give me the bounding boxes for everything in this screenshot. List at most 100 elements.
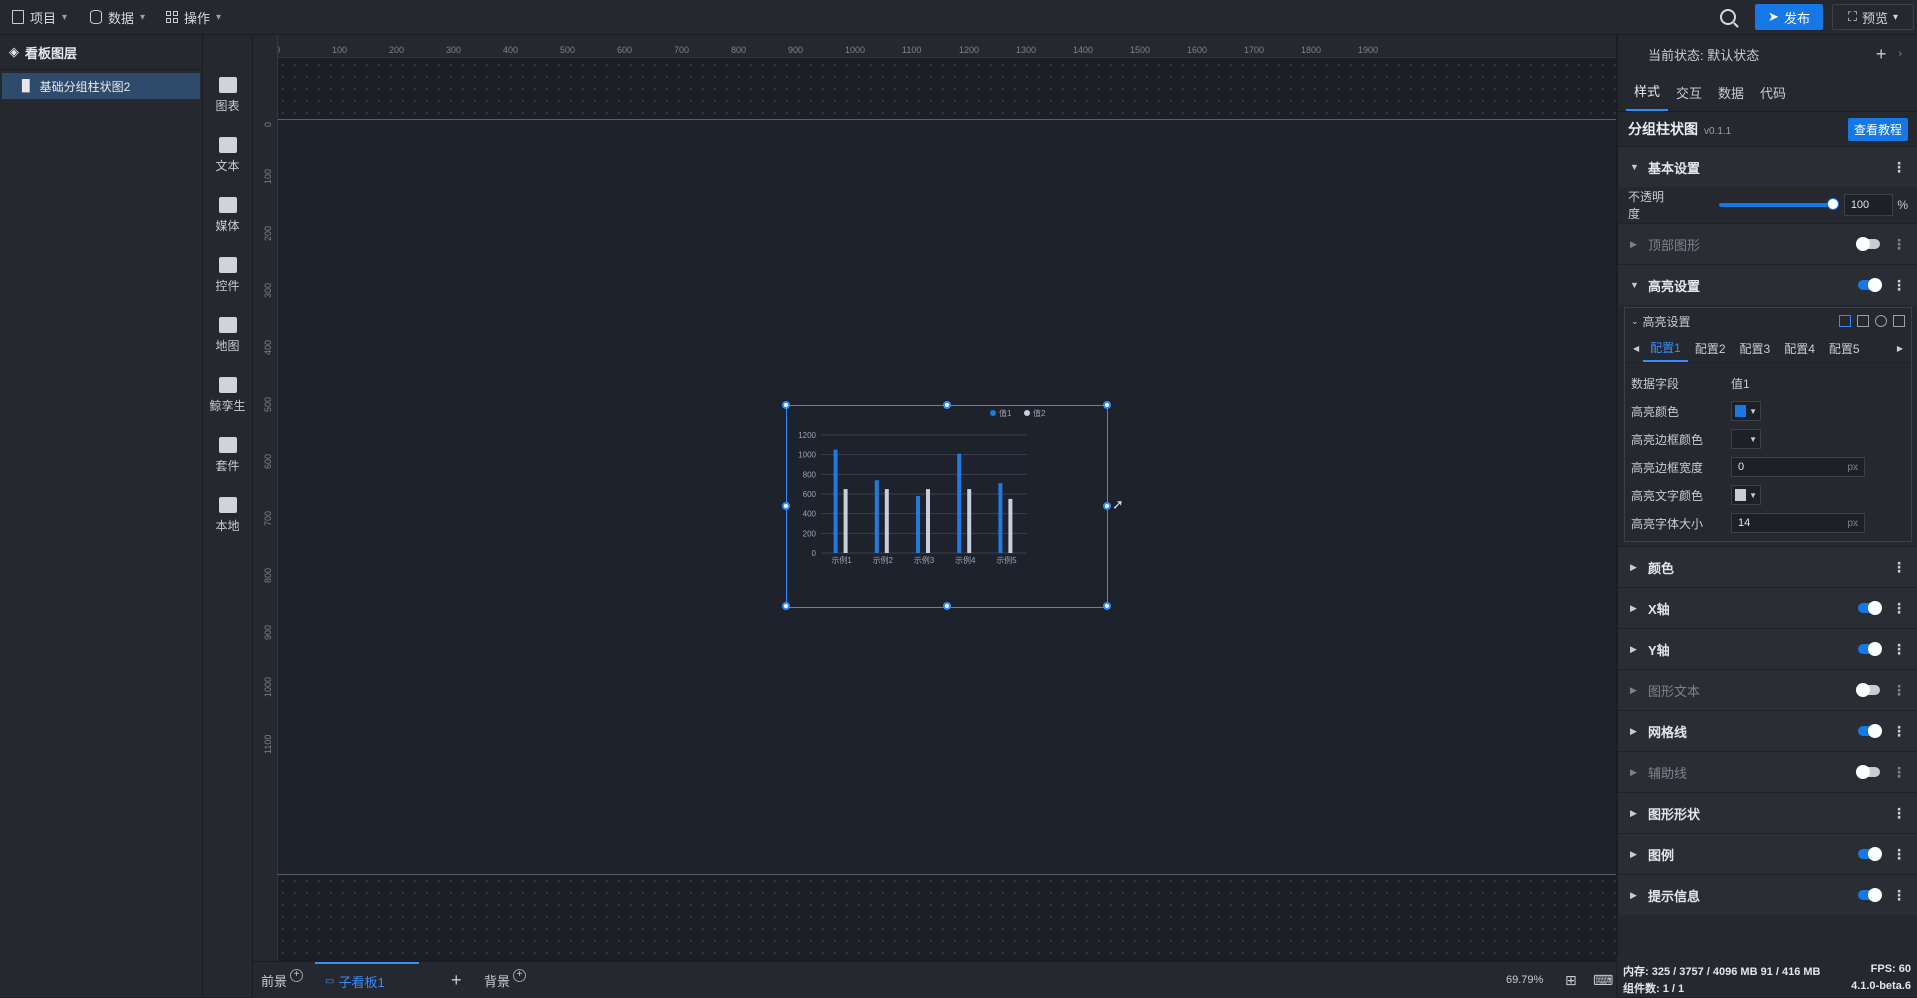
menu-data[interactable]: 数据 ▾ bbox=[90, 0, 145, 34]
more-icon[interactable]: ⋮ bbox=[1892, 806, 1906, 820]
section-basic[interactable]: ▼ 基本设置 ⋮ bbox=[1618, 146, 1917, 187]
zoom-value: 69.79% bbox=[1506, 974, 1544, 986]
section-highlight[interactable]: ▼ 高亮设置 ⋮ bbox=[1618, 264, 1917, 305]
config-tab-1[interactable]: 配置1 bbox=[1643, 334, 1688, 362]
delete-icon[interactable] bbox=[1893, 315, 1905, 327]
zoom-level[interactable]: 69.79% bbox=[1506, 962, 1543, 998]
preview-button[interactable]: ⛶ 预览 ▾ bbox=[1832, 4, 1914, 30]
layout-icon[interactable] bbox=[1857, 315, 1869, 327]
section-7[interactable]: ▶ 图例 ⋮ bbox=[1618, 833, 1917, 874]
map-icon bbox=[218, 316, 237, 333]
resize-handle-w[interactable] bbox=[782, 502, 790, 510]
more-icon[interactable]: ⋮ bbox=[1892, 683, 1906, 697]
highlight-toggle[interactable] bbox=[1858, 278, 1882, 292]
tutorial-button[interactable]: 查看教程 bbox=[1847, 117, 1908, 141]
config-tab-3[interactable]: 配置3 bbox=[1733, 334, 1778, 362]
opacity-slider[interactable] bbox=[1719, 198, 1840, 210]
config-tab-2[interactable]: 配置2 bbox=[1688, 334, 1733, 362]
more-icon[interactable]: ⋮ bbox=[1892, 847, 1906, 861]
tab-data[interactable]: 数据 bbox=[1710, 83, 1752, 111]
prev-arrow-icon[interactable]: ◀ bbox=[1629, 344, 1643, 353]
table-view-icon[interactable] bbox=[1839, 315, 1851, 327]
more-icon[interactable]: ⋮ bbox=[1892, 237, 1906, 251]
more-icon[interactable]: ⋮ bbox=[1892, 642, 1906, 656]
keyboard-icon[interactable]: ⌨ bbox=[1593, 962, 1613, 998]
component-local[interactable]: 本地 bbox=[203, 485, 252, 545]
component-kit[interactable]: 套件 bbox=[203, 425, 252, 485]
component-control[interactable]: 控件 bbox=[203, 245, 252, 305]
tab-interaction[interactable]: 交互 bbox=[1668, 83, 1710, 111]
caret-right-icon: ▶ bbox=[1630, 684, 1637, 695]
resize-handle-s[interactable] bbox=[943, 602, 951, 610]
config-tab-4[interactable]: 配置4 bbox=[1777, 334, 1822, 362]
more-icon[interactable]: ⋮ bbox=[1892, 724, 1906, 738]
menu-project[interactable]: 项目 ▾ bbox=[12, 0, 67, 34]
highlight-color-picker[interactable]: ▼ bbox=[1731, 401, 1761, 421]
resize-handle-sw[interactable] bbox=[782, 602, 790, 610]
more-icon[interactable]: ⋮ bbox=[1892, 560, 1906, 574]
add-circle-icon[interactable]: + bbox=[290, 968, 304, 982]
caret-down-icon[interactable]: ⌄ bbox=[1631, 316, 1639, 327]
chart-widget[interactable]: 0 200 400 600 800 1000 1200 示例1 示例2 示例3 示例4 示例5 值1 值2 bbox=[782, 401, 1111, 610]
section-toggle[interactable] bbox=[1858, 601, 1882, 615]
section-0[interactable]: ▶ 颜色 ⋮ bbox=[1618, 546, 1917, 587]
add-circle-icon[interactable] bbox=[1875, 315, 1887, 327]
add-state-icon[interactable]: + bbox=[1876, 44, 1887, 65]
tab-subboard[interactable]: ▭ 子看板1 bbox=[315, 962, 419, 998]
section-8[interactable]: ▶ 提示信息 ⋮ bbox=[1618, 874, 1917, 915]
component-map[interactable]: 地图 bbox=[203, 305, 252, 365]
section-toggle[interactable] bbox=[1858, 642, 1882, 656]
tab-background[interactable]: 背景 + bbox=[484, 962, 527, 998]
resize-handle-e[interactable] bbox=[1103, 502, 1111, 510]
current-state-label[interactable]: 当前状态: 默认状态 bbox=[1648, 45, 1759, 64]
component-chart[interactable]: 图表 bbox=[203, 65, 252, 125]
highlight-font-size-input[interactable]: 14 px bbox=[1731, 513, 1865, 533]
resize-handle-ne[interactable] bbox=[1103, 401, 1111, 409]
resize-handle-nw[interactable] bbox=[782, 401, 790, 409]
section-6[interactable]: ▶ 图形形状 ⋮ bbox=[1618, 792, 1917, 833]
config-tab-5[interactable]: 配置5 bbox=[1822, 334, 1867, 362]
add-circle-icon[interactable]: + bbox=[513, 968, 527, 982]
section-top-shape-label: 顶部图形 bbox=[1648, 237, 1701, 253]
section-toggle[interactable] bbox=[1858, 888, 1882, 902]
component-text[interactable]: 文本 bbox=[203, 125, 252, 185]
section-4[interactable]: ▶ 网格线 ⋮ bbox=[1618, 710, 1917, 751]
resize-handle-se[interactable] bbox=[1103, 602, 1111, 610]
top-shape-toggle[interactable] bbox=[1856, 237, 1880, 251]
section-1[interactable]: ▶ X轴 ⋮ bbox=[1618, 587, 1917, 628]
chevron-right-icon[interactable]: › bbox=[1898, 48, 1902, 60]
tab-style[interactable]: 样式 bbox=[1626, 81, 1669, 111]
data-field-value[interactable]: 值1 bbox=[1731, 375, 1750, 392]
highlight-text-color-picker[interactable]: ▼ bbox=[1731, 485, 1761, 505]
more-icon[interactable]: ⋮ bbox=[1892, 160, 1906, 174]
add-board-button[interactable]: + bbox=[451, 962, 462, 998]
more-icon[interactable]: ⋮ bbox=[1892, 765, 1906, 779]
tab-foreground[interactable]: 前景 + bbox=[261, 962, 304, 998]
highlight-border-width-input[interactable]: 0 px bbox=[1731, 457, 1865, 477]
resize-handle-n[interactable] bbox=[943, 401, 951, 409]
next-arrow-icon[interactable]: ▶ bbox=[1893, 344, 1907, 353]
section-toggle[interactable] bbox=[1856, 683, 1880, 697]
more-icon[interactable]: ⋮ bbox=[1892, 278, 1906, 292]
section-2[interactable]: ▶ Y轴 ⋮ bbox=[1618, 628, 1917, 669]
section-label: 网格线 bbox=[1648, 724, 1688, 740]
more-icon[interactable]: ⋮ bbox=[1892, 888, 1906, 902]
layer-item[interactable]: ▐▌ 基础分组柱状图2 bbox=[2, 73, 200, 99]
opacity-input[interactable]: 100 bbox=[1843, 194, 1894, 216]
section-5[interactable]: ▶ 辅助线 ⋮ bbox=[1618, 751, 1917, 792]
top-toolbar bbox=[0, 0, 1917, 35]
highlight-border-color-picker[interactable]: ▼ bbox=[1731, 429, 1761, 449]
section-toggle[interactable] bbox=[1856, 765, 1880, 779]
section-3[interactable]: ▶ 图形文本 ⋮ bbox=[1618, 669, 1917, 710]
section-toggle[interactable] bbox=[1858, 847, 1882, 861]
search-icon[interactable] bbox=[1720, 9, 1736, 25]
fit-screen-icon[interactable]: ⊞ bbox=[1565, 962, 1577, 998]
tab-code[interactable]: 代码 bbox=[1752, 83, 1794, 111]
component-media[interactable]: 媒体 bbox=[203, 185, 252, 245]
section-toggle[interactable] bbox=[1858, 724, 1882, 738]
menu-operation[interactable]: 操作 ▾ bbox=[166, 0, 221, 34]
section-top-shape[interactable]: ▶ 顶部图形 ⋮ bbox=[1618, 223, 1917, 264]
more-icon[interactable]: ⋮ bbox=[1892, 601, 1906, 615]
component-twin[interactable]: 鲸孪生 bbox=[203, 365, 252, 425]
publish-button[interactable]: ➤ 发布 bbox=[1755, 4, 1823, 30]
